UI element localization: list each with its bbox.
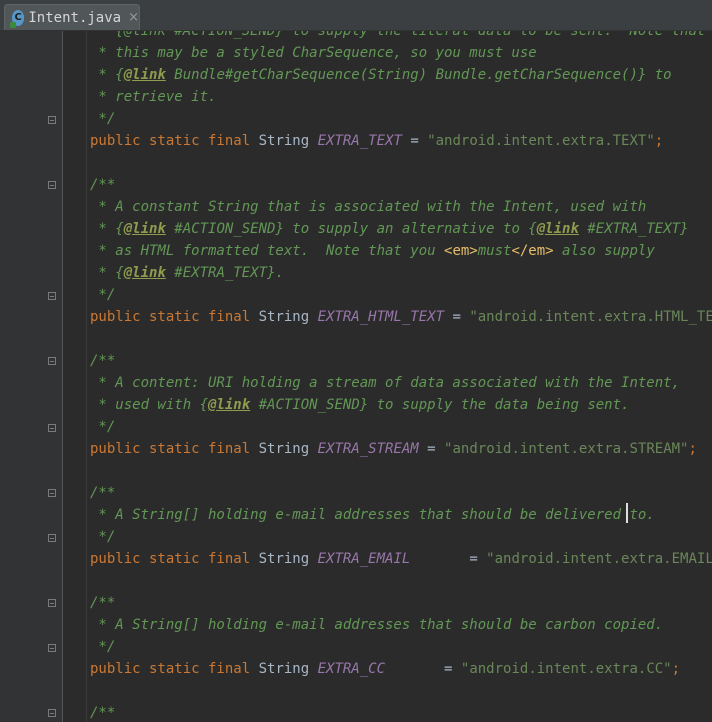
comment-text: Bundle#getCharSequence(String) Bundle.ge…: [165, 67, 672, 83]
code-line: * used with {@link #ACTION_SEND} to supp…: [90, 394, 629, 416]
code-line: */: [90, 108, 115, 130]
comment-text: * {: [90, 221, 124, 237]
comment-text: * {: [90, 67, 124, 83]
comment-text: * A constant String that is associated w…: [90, 199, 647, 215]
javadoc-tag: @link: [123, 67, 166, 83]
comment-text: must: [477, 243, 512, 259]
code-line: * {@link #ACTION_SEND} to supply an alte…: [90, 218, 688, 240]
code-line: * {@link #EXTRA_TEXT}.: [90, 262, 284, 284]
comment-text: * A content: URI holding a stream of dat…: [90, 375, 681, 391]
tab-label: Intent.java: [28, 9, 122, 26]
comment-text: */: [90, 111, 116, 127]
code-line: * this may be a styled CharSequence, so …: [90, 42, 537, 64]
comment-text: /**: [90, 485, 116, 501]
comment-text: */: [90, 287, 116, 303]
semicolon: ;: [688, 441, 697, 457]
code-line: public static final String EXTRA_EMAIL =…: [90, 548, 712, 570]
operator: =: [401, 133, 428, 149]
comment-text: * retrieve it.: [90, 89, 217, 105]
operator: =: [410, 551, 487, 567]
comment-text: * {: [90, 265, 124, 281]
code-line: * as HTML formatted text. Note that you …: [90, 240, 655, 262]
keyword: public static final: [90, 441, 251, 457]
code-line: * retrieve it.: [90, 86, 216, 108]
type-name: String: [250, 551, 318, 567]
comment-text: * used with {: [90, 397, 209, 413]
javadoc-tag: @link: [536, 221, 579, 237]
comment-text: #EXTRA_TEXT}.: [165, 265, 284, 281]
type-name: String: [250, 441, 318, 457]
text-caret: [626, 503, 628, 523]
comment-text: * this may be a styled CharSequence, so …: [90, 45, 537, 61]
code-line: */: [90, 284, 115, 306]
string-literal: "android.intent.extra.EMAIL": [486, 551, 712, 567]
comment-text: #EXTRA_TEXT}: [578, 221, 689, 237]
type-name: String: [250, 133, 318, 149]
constant-name: EXTRA_STREAM: [317, 441, 419, 457]
javadoc-tag: @link: [123, 221, 166, 237]
html-tag: <em>: [444, 243, 478, 259]
comment-text: * {@link #ACTION_SEND} to supply the lit…: [90, 31, 706, 39]
code-line: * A String[] holding e-mail addresses th…: [90, 504, 655, 526]
comment-text: */: [90, 529, 116, 545]
comment-text: /**: [90, 595, 116, 611]
code-line: /**: [90, 482, 115, 504]
code-line: * {@link #ACTION_SEND} to supply the lit…: [90, 31, 705, 42]
comment-text: */: [90, 419, 116, 435]
comment-text: * as HTML formatted text. Note that you: [90, 243, 445, 259]
java-class-icon: C: [9, 9, 25, 28]
semicolon: ;: [654, 133, 664, 149]
close-tab-icon[interactable]: ×: [128, 10, 139, 25]
html-tag: </em>: [511, 243, 554, 259]
comment-text: * A String[] holding e-mail addresses th…: [90, 617, 664, 633]
code-line: * A content: URI holding a stream of dat…: [90, 372, 680, 394]
string-literal: "android.intent.extra.HTML_TEXT": [469, 309, 712, 325]
constant-name: EXTRA_HTML_TEXT: [317, 309, 445, 325]
string-literal: "android.intent.extra.CC": [460, 661, 672, 677]
code-line: /**: [90, 592, 115, 614]
code-line: /**: [90, 702, 115, 722]
code-editor[interactable]: * {@link #ACTION_SEND} to supply the lit…: [0, 31, 712, 722]
constant-name: EXTRA_EMAIL: [317, 551, 411, 567]
string-literal: "android.intent.extra.STREAM": [444, 441, 689, 457]
code-line: */: [90, 526, 115, 548]
code-line: * A constant String that is associated w…: [90, 196, 646, 218]
constant-name: EXTRA_CC: [317, 661, 386, 677]
keyword: public static final: [90, 661, 251, 677]
keyword: public static final: [90, 309, 251, 325]
comment-text: #ACTION_SEND} to supply the data being s…: [250, 397, 630, 413]
comment-text: /**: [90, 353, 116, 369]
comment-text: * A String[] holding e-mail addresses th…: [90, 507, 655, 523]
operator: =: [444, 309, 470, 325]
comment-text: /**: [90, 177, 116, 193]
comment-text: /**: [90, 705, 116, 721]
code-line: * A String[] holding e-mail addresses th…: [90, 614, 663, 636]
code-line: public static final String EXTRA_STREAM …: [90, 438, 697, 460]
comment-text: */: [90, 639, 116, 655]
comment-text: also supply: [553, 243, 655, 259]
constant-name: EXTRA_TEXT: [317, 133, 402, 149]
code-line: /**: [90, 174, 115, 196]
keyword: public static final: [90, 551, 251, 567]
tab-intent-java[interactable]: C Intent.java ×: [4, 4, 140, 30]
semicolon: ;: [671, 661, 681, 677]
operator: =: [385, 661, 461, 677]
code-line: */: [90, 636, 115, 658]
javadoc-tag: @link: [208, 397, 251, 413]
code-line: public static final String EXTRA_CC = "a…: [90, 658, 680, 680]
type-name: String: [250, 309, 318, 325]
javadoc-tag: @link: [123, 265, 166, 281]
code-line: public static final String EXTRA_HTML_TE…: [90, 306, 712, 328]
editor-tab-bar: C Intent.java ×: [0, 0, 712, 31]
string-literal: "android.intent.extra.TEXT": [427, 133, 655, 149]
keyword: public static final: [90, 133, 251, 149]
operator: =: [418, 441, 445, 457]
code-line: /**: [90, 350, 115, 372]
type-name: String: [250, 661, 318, 677]
code-line: */: [90, 416, 115, 438]
comment-text: #ACTION_SEND} to supply an alternative t…: [165, 221, 537, 237]
code-line: public static final String EXTRA_TEXT = …: [90, 130, 663, 152]
code-line: * {@link Bundle#getCharSequence(String) …: [90, 64, 672, 86]
